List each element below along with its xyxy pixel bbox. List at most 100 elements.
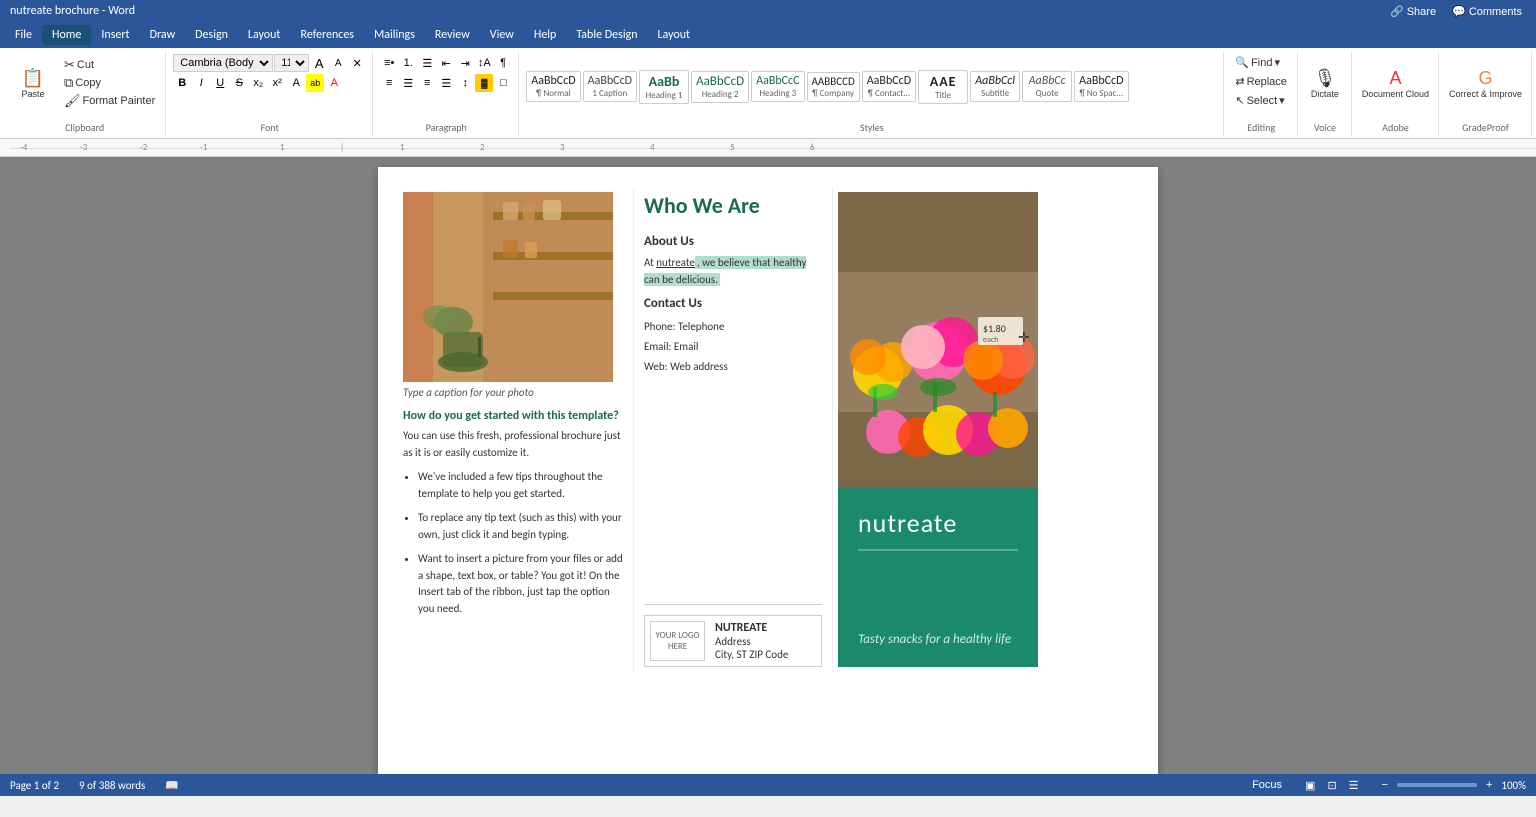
increase-indent-button[interactable]: ⇥ xyxy=(456,54,474,72)
share-button[interactable]: 🔗 Share xyxy=(1386,3,1440,20)
document-cloud-button[interactable]: A Document Cloud xyxy=(1359,54,1432,114)
cut-icon: ✂ xyxy=(64,58,75,71)
subscript-button[interactable]: x₂ xyxy=(249,74,267,92)
align-center-button[interactable]: ☰ xyxy=(399,74,417,92)
bold-button[interactable]: B xyxy=(173,74,191,92)
style-contact[interactable]: AaBbCcD ¶ Contact... xyxy=(862,71,916,102)
photo-placeholder[interactable] xyxy=(403,192,613,382)
menu-mailings[interactable]: Mailings xyxy=(364,25,425,45)
email-info[interactable]: Email: Email xyxy=(644,337,822,357)
bullets-button[interactable]: ≡• xyxy=(380,54,398,72)
photo-caption[interactable]: Type a caption for your photo xyxy=(403,386,628,399)
style-company[interactable]: AABBCCD ¶ Company xyxy=(807,72,860,102)
decrease-indent-button[interactable]: ⇤ xyxy=(437,54,455,72)
who-we-are-heading[interactable]: Who We Are xyxy=(644,192,822,219)
font-color-button[interactable]: A xyxy=(325,74,343,92)
company-name[interactable]: NUTREATE xyxy=(715,621,788,635)
find-button[interactable]: 🔍 Find ▾ xyxy=(1231,54,1291,71)
style-normal[interactable]: AaBbCcD ¶ Normal xyxy=(526,71,580,102)
comments-button[interactable]: 💬 Comments xyxy=(1448,3,1526,20)
numbering-button[interactable]: 1. xyxy=(399,54,417,72)
align-right-button[interactable]: ≡ xyxy=(418,74,436,92)
flower-photo-svg: $1.80 each xyxy=(838,192,1038,487)
tip-1[interactable]: We've included a few tips throughout the… xyxy=(418,469,628,502)
text-highlight-button[interactable]: ab xyxy=(306,74,324,92)
style-quote[interactable]: AaBbCc Quote xyxy=(1022,71,1072,102)
correct-improve-button[interactable]: G Correct & Improve xyxy=(1446,54,1525,114)
style-subtitle[interactable]: AaBbCcl Subtitle xyxy=(970,71,1020,102)
replace-button[interactable]: ⇄ Replace xyxy=(1231,73,1291,90)
zoom-out-button[interactable]: − xyxy=(1378,777,1392,793)
select-button[interactable]: ↖ Select ▾ xyxy=(1231,92,1291,109)
show-hide-button[interactable]: ¶ xyxy=(494,54,512,72)
font-name-select[interactable]: Cambria (Body) xyxy=(173,54,273,72)
format-painter-button[interactable]: 🖌 Format Painter xyxy=(60,92,159,109)
style-heading1[interactable]: AaBb Heading 1 xyxy=(639,70,689,104)
copy-button[interactable]: ⧉ Copy xyxy=(60,74,159,91)
justify-button[interactable]: ☰ xyxy=(437,74,455,92)
menu-layout2[interactable]: Layout xyxy=(648,25,701,45)
style-heading3[interactable]: AaBbCcC Heading 3 xyxy=(751,71,804,102)
borders-button[interactable]: □ xyxy=(494,74,512,92)
gradeproof-group: G Correct & Improve GradeProof xyxy=(1440,52,1532,136)
menu-file[interactable]: File xyxy=(5,25,42,45)
intro-text[interactable]: You can use this fresh, professional bro… xyxy=(403,428,628,461)
italic-button[interactable]: I xyxy=(192,74,210,92)
read-view-button[interactable]: ☰ xyxy=(1345,777,1363,794)
text-effects-button[interactable]: A xyxy=(287,74,305,92)
web-layout-button[interactable]: ⊡ xyxy=(1323,777,1340,794)
kitchen-photo xyxy=(403,192,613,382)
menu-view[interactable]: View xyxy=(480,25,524,45)
brand-divider xyxy=(858,549,1018,551)
select-icon: ↖ xyxy=(1235,94,1244,107)
shrink-font-button[interactable]: A xyxy=(329,54,347,72)
superscript-button[interactable]: x² xyxy=(268,74,286,92)
multilevel-list-button[interactable]: ☰ xyxy=(418,54,436,72)
style-caption[interactable]: AaBbCcD 1 Caption xyxy=(583,71,637,102)
menu-references[interactable]: References xyxy=(290,25,364,45)
flower-photo[interactable]: $1.80 each xyxy=(838,192,1038,487)
city-line[interactable]: City, ST ZIP Code xyxy=(715,648,788,661)
template-question[interactable]: How do you get started with this templat… xyxy=(403,409,628,423)
format-painter-icon: 🖌 xyxy=(64,94,81,107)
focus-button[interactable]: Focus xyxy=(1248,777,1286,793)
contact-us-heading[interactable]: Contact Us xyxy=(644,296,822,311)
web-info[interactable]: Web: Web address xyxy=(644,357,822,377)
zoom-slider[interactable] xyxy=(1397,783,1477,787)
shading-button[interactable]: ▓ xyxy=(475,74,493,92)
about-us-text[interactable]: At nutreate, we believe that healthy can… xyxy=(644,255,822,288)
brand-link[interactable]: nutreate xyxy=(656,256,695,269)
zoom-in-button[interactable]: + xyxy=(1482,777,1496,793)
tip-2[interactable]: To replace any tip text (such as this) w… xyxy=(418,510,628,543)
dictate-button[interactable]: 🎙 Dictate xyxy=(1305,54,1345,114)
paste-button[interactable]: 📋 Paste xyxy=(10,54,56,114)
underline-button[interactable]: U xyxy=(211,74,229,92)
menu-home[interactable]: Home xyxy=(42,25,91,45)
menu-help[interactable]: Help xyxy=(524,25,567,45)
menu-design[interactable]: Design xyxy=(185,25,238,45)
menu-draw[interactable]: Draw xyxy=(140,25,186,45)
style-heading2[interactable]: AaBbCcD Heading 2 xyxy=(691,71,749,103)
menu-review[interactable]: Review xyxy=(425,25,480,45)
strikethrough-button[interactable]: S xyxy=(230,74,248,92)
font-size-select[interactable]: 11 xyxy=(274,54,309,72)
menu-layout[interactable]: Layout xyxy=(238,25,291,45)
address-line[interactable]: Address xyxy=(715,635,788,648)
tip-3[interactable]: Want to insert a picture from your files… xyxy=(418,551,628,617)
grow-font-button[interactable]: A xyxy=(310,54,328,72)
about-us-heading[interactable]: About Us xyxy=(644,234,822,249)
brand-name[interactable]: nutreate xyxy=(858,507,1018,539)
print-layout-button[interactable]: ▣ xyxy=(1301,777,1319,794)
sort-button[interactable]: ↕A xyxy=(475,54,493,72)
clear-format-button[interactable]: ✕ xyxy=(348,54,366,72)
style-title[interactable]: AAE Title xyxy=(918,70,968,104)
line-spacing-button[interactable]: ↕ xyxy=(456,74,474,92)
cut-button[interactable]: ✂ Cut xyxy=(60,56,159,73)
logo-placeholder[interactable]: YOUR LOGO HERE xyxy=(650,621,705,661)
menu-table-design[interactable]: Table Design xyxy=(566,25,647,45)
phone-info[interactable]: Phone: Telephone xyxy=(644,317,822,337)
style-nospace[interactable]: AaBbCcD ¶ No Spac... xyxy=(1074,71,1128,102)
brand-tagline[interactable]: Tasty snacks for a healthy life xyxy=(858,592,1018,647)
menu-insert[interactable]: Insert xyxy=(91,25,139,45)
align-left-button[interactable]: ≡ xyxy=(380,74,398,92)
